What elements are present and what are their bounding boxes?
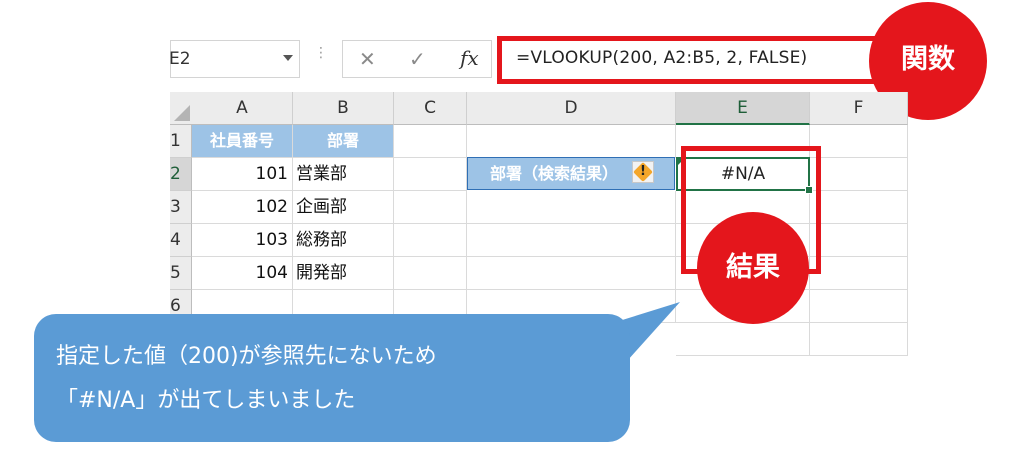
row-header-1[interactable]: 1 <box>170 125 192 158</box>
row-header-5[interactable]: 5 <box>170 257 192 290</box>
cell-a4[interactable]: 103 <box>192 224 293 257</box>
name-box[interactable]: E2 <box>169 40 300 78</box>
cell-e7[interactable] <box>676 323 810 356</box>
cell-f2[interactable] <box>810 158 908 191</box>
cell-f6[interactable] <box>810 290 908 323</box>
cell-d5[interactable] <box>467 257 676 290</box>
cell-c2[interactable] <box>394 158 467 191</box>
cell-d4[interactable] <box>467 224 676 257</box>
formula-highlight-frame <box>497 36 890 84</box>
column-header-e[interactable]: E <box>676 92 810 125</box>
cell-a2[interactable]: 101 <box>192 158 293 191</box>
name-box-value: E2 <box>169 49 191 69</box>
cell-a1[interactable]: 社員番号 <box>192 125 293 158</box>
cell-f4[interactable] <box>810 224 908 257</box>
cell-b5[interactable]: 開発部 <box>293 257 394 290</box>
error-warning-button[interactable]: ! <box>632 161 654 183</box>
cell-a3[interactable]: 102 <box>192 191 293 224</box>
formula-buttons: ✕ ✓ fx <box>342 40 492 78</box>
cell-f3[interactable] <box>810 191 908 224</box>
callout-line-2: 「#N/A」が出てしまいました <box>56 388 356 413</box>
chevron-down-icon[interactable] <box>283 55 293 61</box>
cell-f1[interactable] <box>810 125 908 158</box>
cell-d3[interactable] <box>467 191 676 224</box>
row-header-3[interactable]: 3 <box>170 191 192 224</box>
cell-f5[interactable] <box>810 257 908 290</box>
column-header-c[interactable]: C <box>394 92 467 125</box>
drag-handle-icon[interactable]: ⋮ <box>314 46 328 70</box>
enter-icon[interactable]: ✓ <box>409 47 426 71</box>
column-header-d[interactable]: D <box>467 92 676 125</box>
cell-d1[interactable] <box>467 125 676 158</box>
insert-function-button[interactable]: fx <box>460 46 479 70</box>
explanation-callout: 指定した値（200)が参照先にないため 「#N/A」が出てしまいました <box>34 314 630 442</box>
cell-c1[interactable] <box>394 125 467 158</box>
warning-mark: ! <box>640 164 646 179</box>
column-header-b[interactable]: B <box>293 92 394 125</box>
result-badge: 結果 <box>697 212 809 324</box>
cell-c3[interactable] <box>394 191 467 224</box>
row-header-2[interactable]: 2 <box>170 158 192 191</box>
cell-b2[interactable]: 営業部 <box>293 158 394 191</box>
row-header-4[interactable]: 4 <box>170 224 192 257</box>
cell-b4[interactable]: 総務部 <box>293 224 394 257</box>
cell-f7[interactable] <box>810 323 908 356</box>
cell-b1[interactable]: 部署 <box>293 125 394 158</box>
select-all-corner[interactable] <box>170 92 192 125</box>
column-header-f[interactable]: F <box>810 92 908 125</box>
select-all-icon <box>174 105 190 121</box>
callout-line-1: 指定した値（200)が参照先にないため <box>56 344 437 369</box>
cell-c4[interactable] <box>394 224 467 257</box>
cell-c5[interactable] <box>394 257 467 290</box>
column-header-a[interactable]: A <box>192 92 293 125</box>
cell-a5[interactable]: 104 <box>192 257 293 290</box>
cell-b3[interactable]: 企画部 <box>293 191 394 224</box>
cancel-icon[interactable]: ✕ <box>359 47 376 71</box>
